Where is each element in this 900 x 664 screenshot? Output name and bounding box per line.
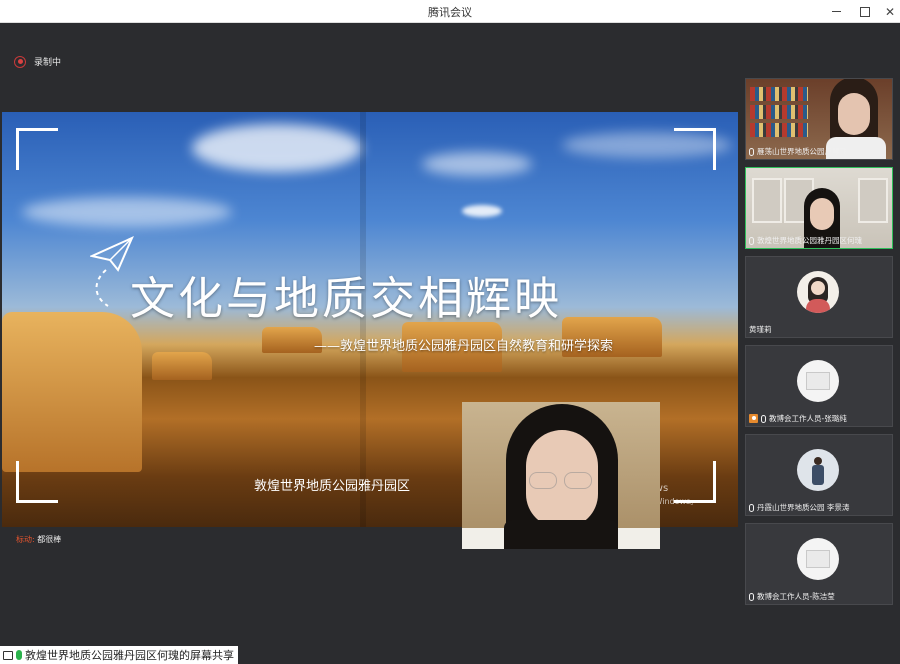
participant-tile[interactable]: 丹霞山世界地质公园 李景涛: [745, 434, 893, 516]
avatar: [797, 449, 839, 491]
screen-share-label: 敦煌世界地质公园雅丹园区何瑰的屏幕共享: [25, 649, 234, 662]
recording-indicator[interactable]: 录制中: [14, 55, 61, 68]
participant-tile[interactable]: 教博会工作人员-陈洁莹: [745, 523, 893, 605]
mic-icon: [16, 650, 22, 660]
host-icon: [749, 414, 758, 423]
participant-tile-active[interactable]: 敦煌世界地质公园雅丹园区何瑰: [745, 167, 893, 249]
recording-label: 录制中: [34, 58, 62, 68]
close-button[interactable]: ✕: [877, 0, 900, 23]
frame-corner-top-left: [16, 128, 58, 170]
mic-icon: [749, 236, 754, 245]
frame-corner-top-right: [674, 128, 716, 170]
participant-sidebar: 雁荡山世界地质公园卢琴飞 敦煌世界地质公园雅丹园区何瑰 黄瑾莉 教博会工作人员-…: [738, 23, 900, 664]
mic-icon: [761, 414, 766, 423]
screen-share-icon: [3, 650, 13, 660]
participant-name: 雁荡山世界地质公园卢琴飞: [749, 146, 847, 157]
participant-name: 黄瑾莉: [749, 325, 772, 334]
mic-icon: [749, 592, 754, 601]
avatar: [797, 271, 839, 313]
mic-icon: [749, 147, 754, 156]
participant-tile[interactable]: 教博会工作人员-张璐纯: [745, 345, 893, 427]
avatar: [797, 538, 839, 580]
avatar: [797, 360, 839, 402]
annotator-label: 标动: 都很棒: [16, 535, 62, 544]
frame-corner-bottom-left: [16, 461, 58, 503]
participant-tile[interactable]: 黄瑾莉: [745, 256, 893, 338]
minimize-button[interactable]: [823, 0, 849, 23]
slide-subtitle: ——敦煌世界地质公园雅丹园区自然教育和研学探索: [314, 339, 614, 354]
maximize-button[interactable]: [852, 0, 878, 23]
presenter-video[interactable]: [462, 402, 660, 549]
window-title: 腾讯会议: [428, 6, 472, 19]
slide-title: 文化与地质交相辉映: [130, 272, 563, 325]
mic-icon: [749, 503, 754, 512]
slide-organization: 敦煌世界地质公园雅丹园区: [254, 479, 411, 494]
participant-name: 教博会工作人员-张璐纯: [749, 413, 847, 424]
participant-name: 敦煌世界地质公园雅丹园区何瑰: [749, 235, 862, 246]
paper-plane-icon: [90, 236, 134, 307]
participant-name: 教博会工作人员-陈洁莹: [749, 591, 835, 602]
participant-tile[interactable]: 雁荡山世界地质公园卢琴飞: [745, 78, 893, 160]
title-bar: 腾讯会议 ✕: [0, 0, 900, 23]
participant-name: 丹霞山世界地质公园 李景涛: [749, 502, 849, 513]
record-icon: [14, 55, 26, 68]
screen-share-bar[interactable]: 敦煌世界地质公园雅丹园区何瑰的屏幕共享: [0, 646, 238, 664]
